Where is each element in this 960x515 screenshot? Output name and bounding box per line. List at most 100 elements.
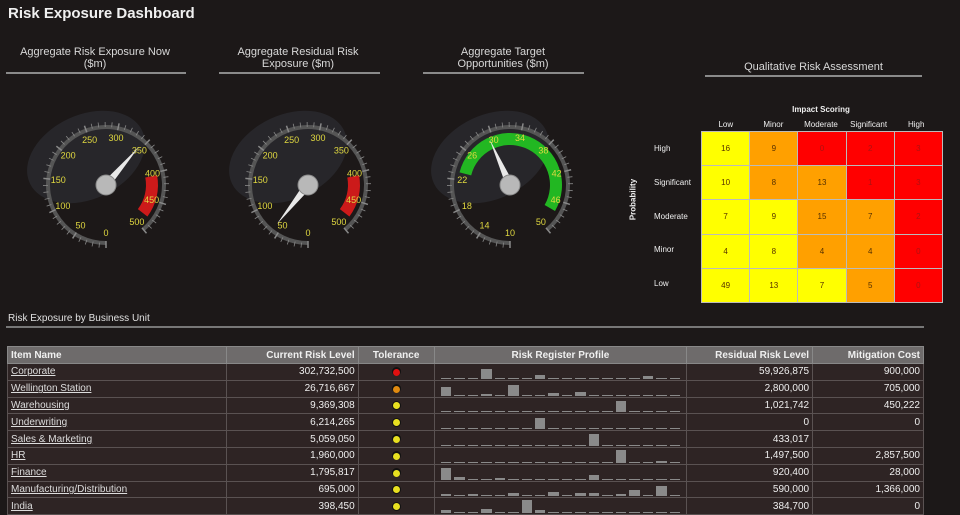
- sparkline-bar: [522, 500, 532, 513]
- col-mitigation-cost[interactable]: Mitigation Cost: [813, 347, 924, 364]
- item-link[interactable]: Underwriting: [11, 417, 67, 428]
- col-item-name[interactable]: Item Name: [8, 347, 227, 364]
- sparkline-bar: [643, 495, 653, 496]
- gauge-tick: [43, 178, 50, 179]
- item-link[interactable]: India: [11, 501, 33, 512]
- heatmap-cell[interactable]: 4: [798, 235, 845, 268]
- heatmap-cell[interactable]: 10: [702, 166, 749, 199]
- heatmap-cell[interactable]: 4: [847, 235, 894, 268]
- sparkline-bar: [495, 411, 505, 412]
- sparkline-bar: [481, 445, 491, 446]
- gauge-3: 1014182226303438424650: [416, 93, 573, 248]
- business-unit-table: Item Name Current Risk Level Tolerance R…: [7, 346, 924, 515]
- gauge-title-line: Opportunities ($m): [457, 58, 548, 70]
- col-current-risk[interactable]: Current Risk Level: [226, 347, 358, 364]
- sparkline-bar: [670, 411, 680, 412]
- sparkline-bar: [481, 411, 491, 412]
- sparkline-bar: [643, 445, 653, 446]
- heatmap-cell[interactable]: 3: [895, 132, 942, 165]
- item-link[interactable]: HR: [11, 450, 25, 461]
- sparkline-bar: [602, 411, 612, 412]
- table-row: Wellington Station 26,716,667 2,800,000 …: [8, 380, 924, 397]
- sparkline: [441, 449, 681, 463]
- heatmap-cell[interactable]: 8: [750, 235, 797, 268]
- heatmap-cell[interactable]: 16: [702, 132, 749, 165]
- heatmap-cell[interactable]: 13: [750, 269, 797, 302]
- heatmap-cell[interactable]: 2: [895, 200, 942, 233]
- table-row: Underwriting 6,214,265 0 0: [8, 414, 924, 431]
- sparkline-bar: [441, 428, 451, 429]
- heatmap-cell[interactable]: 9: [750, 132, 797, 165]
- heatmap-cell[interactable]: 49: [702, 269, 749, 302]
- sparkline-bar: [670, 395, 680, 396]
- probability-row-label: Minor: [654, 245, 674, 254]
- heatmap-cell[interactable]: 8: [750, 166, 797, 199]
- sparkline-bar: [508, 411, 518, 412]
- sparkline-bar: [441, 445, 451, 446]
- heatmap-cell[interactable]: 13: [798, 166, 845, 199]
- heatmap-cell[interactable]: 7: [702, 200, 749, 233]
- heatmap-cell[interactable]: 1: [847, 166, 894, 199]
- gauge-hub: [96, 175, 116, 195]
- sparkline-bar: [589, 493, 599, 496]
- gauge-tick-label: 22: [457, 175, 467, 185]
- heatmap-cell[interactable]: 4: [702, 235, 749, 268]
- heatmap-cell[interactable]: 0: [798, 132, 845, 165]
- heatmap-cell[interactable]: 15: [798, 200, 845, 233]
- tolerance-indicator-icon: [392, 418, 401, 427]
- mitigation-cost-cell: 1,366,000: [813, 481, 924, 498]
- sparkline-bar: [468, 428, 478, 429]
- current-risk-cell: 1,960,000: [226, 447, 358, 464]
- col-tolerance[interactable]: Tolerance: [358, 347, 434, 364]
- heatmap-cell[interactable]: 9: [750, 200, 797, 233]
- heatmap-cell[interactable]: 7: [847, 200, 894, 233]
- heatmap-cell[interactable]: 5: [847, 269, 894, 302]
- col-risk-profile[interactable]: Risk Register Profile: [434, 347, 687, 364]
- gauge-tick-label: 14: [480, 221, 490, 231]
- heatmap-cell[interactable]: 0: [895, 269, 942, 302]
- item-link[interactable]: Warehousing: [11, 400, 70, 411]
- divider: [219, 72, 380, 74]
- table-row: HR 1,960,000 1,497,500 2,857,500: [8, 447, 924, 464]
- sparkline-bar: [548, 445, 558, 446]
- item-name-cell: Finance: [8, 464, 227, 481]
- gauge-tick-label: 400: [347, 168, 362, 178]
- heatmap-cell[interactable]: 0: [895, 235, 942, 268]
- sparkline-bar: [495, 495, 505, 496]
- sparkline-bar: [589, 378, 599, 379]
- sparkline-bar: [535, 462, 545, 463]
- item-link[interactable]: Finance: [11, 467, 47, 478]
- page-title: Risk Exposure Dashboard: [8, 5, 195, 22]
- col-residual-risk[interactable]: Residual Risk Level: [687, 347, 813, 364]
- item-link[interactable]: Corporate: [11, 366, 55, 377]
- item-name-cell: Sales & Marketing: [8, 431, 227, 448]
- sparkline-bar: [562, 462, 572, 463]
- sparkline-bar: [656, 428, 666, 429]
- heatmap-cell[interactable]: 2: [847, 132, 894, 165]
- table-row: Sales & Marketing 5,059,050 433,017: [8, 431, 924, 448]
- sparkline-bar: [441, 494, 451, 496]
- sparkline-bar: [481, 428, 491, 429]
- impact-scoring-label: Impact Scoring: [702, 105, 940, 114]
- item-link[interactable]: Manufacturing/Distribution: [11, 484, 127, 495]
- sparkline-bar: [441, 378, 451, 379]
- tolerance-indicator-icon: [392, 384, 401, 393]
- sparkline-bar: [495, 378, 505, 379]
- risk-profile-cell: [434, 397, 687, 414]
- mitigation-cost-cell: 450,222: [813, 397, 924, 414]
- risk-profile-cell: [434, 498, 687, 515]
- gauge-face: [12, 93, 160, 222]
- gauge-tick-label: 50: [76, 221, 86, 231]
- sparkline-bar: [535, 510, 545, 513]
- tolerance-cell: [358, 498, 434, 515]
- item-link[interactable]: Wellington Station: [11, 383, 91, 394]
- divider: [423, 72, 584, 74]
- heatmap-cell[interactable]: 3: [895, 166, 942, 199]
- table-row: Corporate 302,732,500 59,926,875 900,000: [8, 364, 924, 381]
- heatmap-cell[interactable]: 7: [798, 269, 845, 302]
- item-link[interactable]: Sales & Marketing: [11, 434, 92, 445]
- tolerance-indicator-icon: [392, 401, 401, 410]
- sparkline: [441, 398, 681, 412]
- risk-profile-cell: [434, 364, 687, 381]
- tolerance-cell: [358, 397, 434, 414]
